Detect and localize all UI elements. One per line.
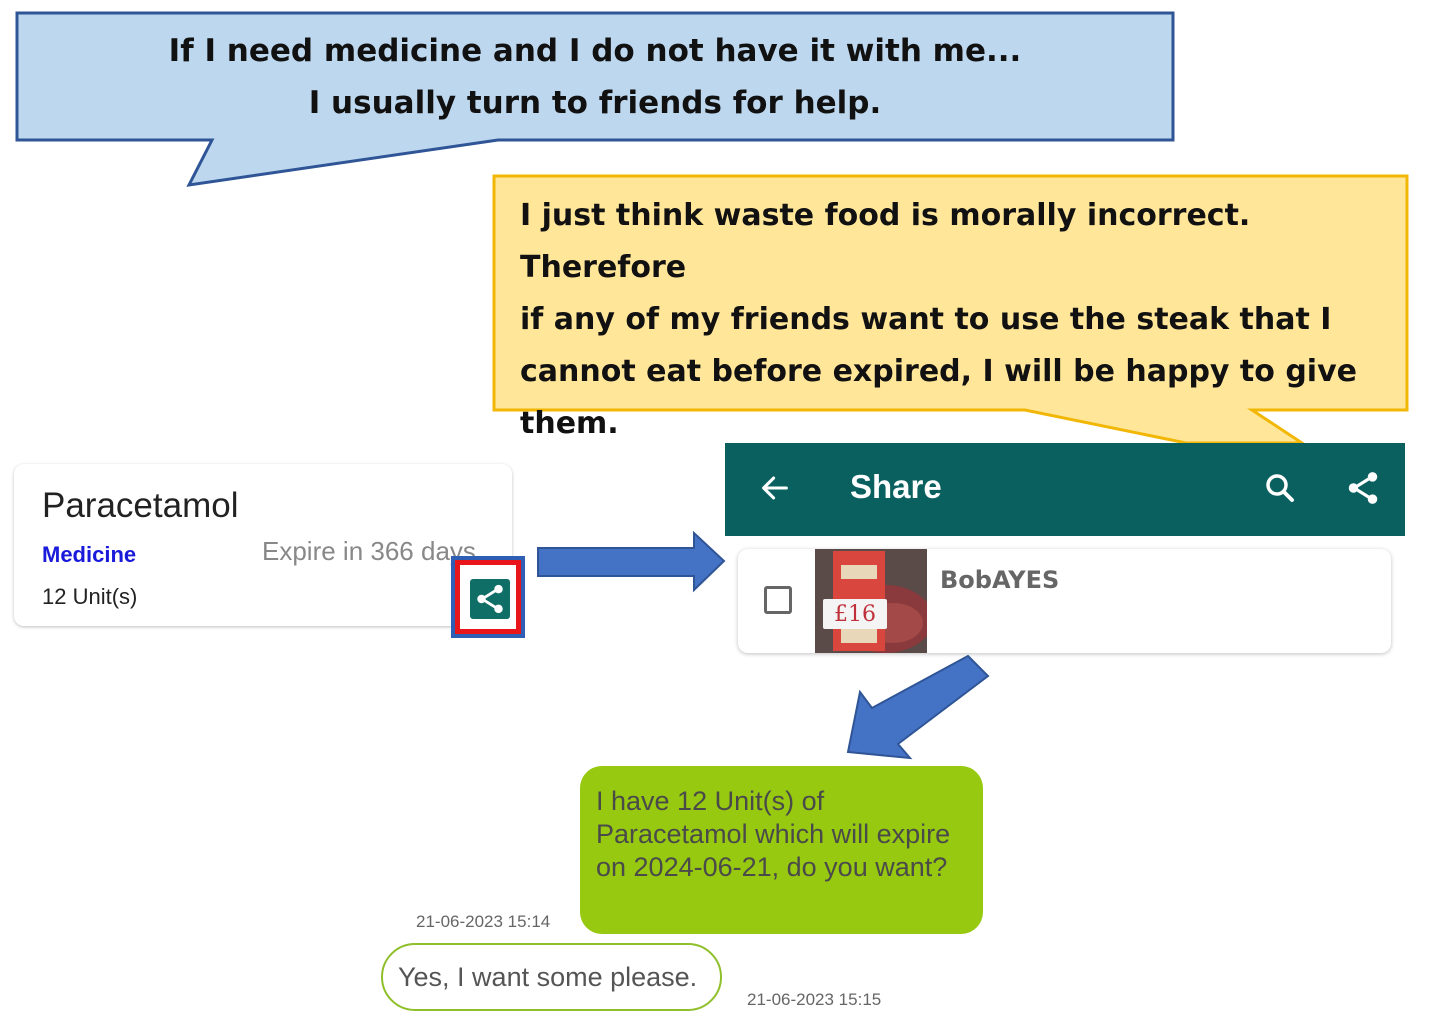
yellow-callout-line3: cannot eat before expired, I will be hap…	[520, 354, 1357, 389]
item-category: Medicine	[42, 542, 137, 567]
share-title: Share	[850, 468, 942, 505]
yellow-callout-text: I just think waste food is morally incor…	[520, 190, 1390, 450]
price-tag: £16	[823, 599, 887, 629]
contact-photo: £16	[815, 549, 927, 653]
contact-checkbox[interactable]	[764, 586, 792, 614]
contact-name: BobAYES	[940, 566, 1060, 594]
outgoing-message-time: 21-06-2023 15:14	[416, 912, 551, 931]
price-tag-text: £16	[834, 601, 876, 627]
item-expiry: Expire in 366 days	[262, 536, 476, 566]
outgoing-message-text: I have 12 Unit(s) of Paracetamol which w…	[596, 786, 951, 882]
share-app-bar	[725, 443, 1405, 536]
item-quantity: 12 Unit(s)	[42, 584, 138, 609]
search-button[interactable]	[1258, 466, 1302, 510]
yellow-callout-line2: if any of my friends want to use the ste…	[520, 302, 1332, 337]
item-share-button[interactable]	[470, 579, 510, 619]
blue-callout-line2: I usually turn to friends for help.	[308, 85, 882, 121]
share-icon	[477, 584, 503, 614]
share-icon	[1348, 472, 1378, 504]
reply-message-text: Yes, I want some please.	[398, 962, 698, 992]
item-name: Paracetamol	[42, 486, 239, 525]
blue-callout-line1: If I need medicine and I do not have it …	[168, 33, 1022, 69]
reply-message-time: 21-06-2023 15:15	[747, 990, 882, 1009]
share-confirm-button[interactable]	[1340, 466, 1386, 510]
back-button[interactable]	[755, 468, 795, 508]
arrow-left-icon	[762, 476, 788, 500]
yellow-callout-line1: I just think waste food is morally incor…	[520, 198, 1251, 285]
search-icon	[1266, 474, 1294, 502]
blue-callout-text: If I need medicine and I do not have it …	[18, 14, 1172, 140]
